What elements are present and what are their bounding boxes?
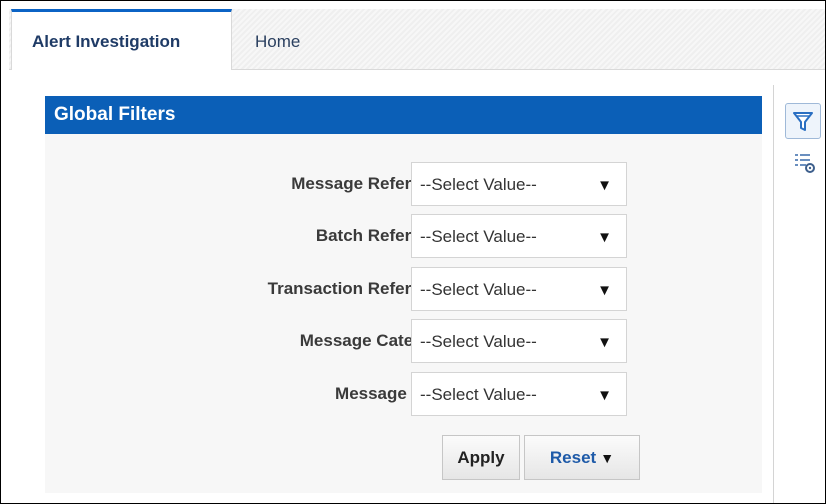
global-filters-panel: Global Filters Message Reference --Selec… [45,96,762,493]
chevron-down-icon: ▼ [597,387,612,404]
window-frame: Alert Investigation Home Global Filters … [0,0,826,504]
apply-button[interactable]: Apply [442,435,520,480]
select-value: --Select Value-- [420,385,537,404]
chevron-down-icon: ▼ [597,177,612,194]
message-type-select[interactable]: --Select Value-- ▼ [411,372,627,416]
filter-icon[interactable] [785,103,821,139]
filter-row-message-category: Message Category --Select Value-- ▼ [45,319,762,363]
reset-button[interactable]: Reset ▼ [524,435,640,480]
list-settings-icon[interactable] [793,151,817,175]
filter-row-message-type: Message Type --Select Value-- ▼ [45,372,762,416]
batch-reference-select[interactable]: --Select Value-- ▼ [411,214,627,258]
chevron-down-icon: ▼ [597,282,612,299]
select-value: --Select Value-- [420,175,537,194]
transaction-reference-select[interactable]: --Select Value-- ▼ [411,267,627,311]
chevron-down-icon: ▼ [597,229,612,246]
filter-row-batch-reference: Batch Reference --Select Value-- ▼ [45,214,762,258]
select-value: --Select Value-- [420,227,537,246]
tab-home[interactable]: Home [255,9,300,69]
chevron-down-icon: ▼ [597,334,612,351]
filter-row-transaction-reference: Transaction Reference --Select Value-- ▼ [45,267,762,311]
message-category-select[interactable]: --Select Value-- ▼ [411,319,627,363]
message-reference-select[interactable]: --Select Value-- ▼ [411,162,627,206]
select-value: --Select Value-- [420,280,537,299]
filter-row-message-reference: Message Reference --Select Value-- ▼ [45,162,762,206]
panel-title: Global Filters [45,96,762,134]
reset-label: Reset [549,448,597,467]
chevron-down-icon: ▼ [600,450,615,466]
tab-bar: Alert Investigation Home [9,9,825,70]
tab-alert-investigation[interactable]: Alert Investigation [11,9,232,70]
select-value: --Select Value-- [420,332,537,351]
side-divider [773,85,774,503]
